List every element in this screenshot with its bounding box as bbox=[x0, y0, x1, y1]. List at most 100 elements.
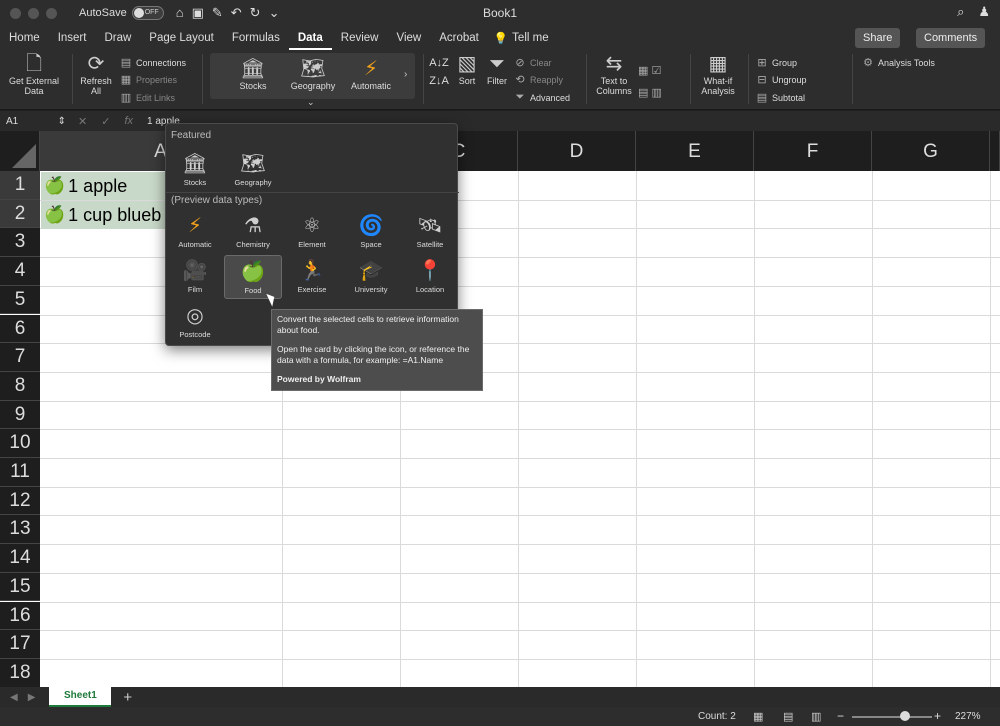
food-apple-icon[interactable]: 🍏 bbox=[44, 176, 65, 196]
zoom-in-button[interactable]: + bbox=[934, 709, 941, 723]
refresh-all-button[interactable]: ⟳ Refresh All bbox=[76, 52, 116, 96]
cell-a1[interactable]: 🍏 1 apple bbox=[44, 172, 127, 200]
row-header[interactable]: 7 bbox=[0, 343, 40, 372]
select-all-corner[interactable] bbox=[0, 131, 40, 171]
type-automatic[interactable]: ⚡ Automatic bbox=[166, 210, 224, 254]
ungroup-button[interactable]: ⊟ Ungroup bbox=[756, 73, 806, 86]
connections-button[interactable]: ▤ Connections bbox=[120, 56, 186, 69]
row-header[interactable]: 14 bbox=[0, 544, 40, 573]
gallery-next-icon[interactable]: › bbox=[404, 69, 407, 80]
type-film[interactable]: 🎥 Film bbox=[166, 255, 224, 299]
customize-icon[interactable]: ⌄ bbox=[269, 5, 280, 21]
name-box[interactable]: A1 ⇕ bbox=[0, 116, 70, 127]
undo-icon[interactable]: ↶ bbox=[231, 5, 242, 21]
type-postcode[interactable]: ◎ Postcode bbox=[166, 300, 224, 344]
zoom-out-button[interactable]: − bbox=[837, 709, 844, 723]
row-header[interactable]: 12 bbox=[0, 486, 40, 516]
sort-az-button[interactable]: A↓Z Z↓A bbox=[428, 54, 450, 90]
close-window-button[interactable] bbox=[10, 7, 21, 19]
function-icon[interactable]: fx bbox=[124, 115, 133, 128]
row-header[interactable]: 18 bbox=[0, 658, 40, 687]
zoom-slider-thumb[interactable] bbox=[900, 711, 910, 721]
sheet-tab-sheet1[interactable]: Sheet1 bbox=[49, 687, 112, 707]
row-header[interactable]: 13 bbox=[0, 515, 40, 545]
consolidate-icon[interactable]: ▥ bbox=[651, 87, 661, 99]
edit-icon[interactable]: ✎ bbox=[212, 5, 223, 21]
share-button[interactable]: Share bbox=[855, 28, 901, 48]
tab-insert[interactable]: Insert bbox=[49, 26, 96, 50]
filter-button[interactable]: ⏷ Filter bbox=[484, 52, 510, 86]
group-button[interactable]: ⊞ Group bbox=[756, 56, 797, 69]
stocks-gallery-item[interactable]: 🏛 Stocks bbox=[224, 57, 282, 91]
type-element[interactable]: ⚛ Element bbox=[283, 210, 341, 254]
type-location[interactable]: 📍 Location bbox=[401, 255, 459, 299]
zoom-level[interactable]: 227% bbox=[955, 711, 981, 722]
page-layout-view-icon[interactable]: ▤ bbox=[783, 710, 793, 723]
previous-sheet-icon[interactable]: ◀ bbox=[10, 692, 18, 703]
subtotal-button[interactable]: ▤ Subtotal bbox=[756, 91, 805, 104]
row-header[interactable]: 16 bbox=[0, 601, 40, 631]
spreadsheet-grid[interactable]: A B C D E F G 12345678910111213141516171… bbox=[0, 131, 1000, 687]
column-header-f[interactable]: F bbox=[754, 131, 872, 171]
zoom-slider-track[interactable] bbox=[852, 716, 932, 718]
page-break-view-icon[interactable]: ▥ bbox=[811, 710, 821, 723]
minimize-window-button[interactable] bbox=[28, 7, 39, 19]
row-header[interactable]: 2 bbox=[0, 199, 40, 229]
zoom-window-button[interactable] bbox=[46, 7, 57, 19]
flash-fill-icon[interactable]: ▦ bbox=[638, 65, 648, 77]
autosave-toggle[interactable]: OFF bbox=[131, 6, 164, 20]
tab-acrobat[interactable]: Acrobat bbox=[430, 26, 488, 50]
row-header[interactable]: 15 bbox=[0, 572, 40, 602]
properties-button[interactable]: ▦ Properties bbox=[120, 73, 177, 86]
row-header[interactable]: 8 bbox=[0, 371, 40, 401]
reapply-button[interactable]: ⟲ Reapply bbox=[514, 73, 563, 86]
clear-button[interactable]: ⊘ Clear bbox=[514, 56, 551, 69]
type-chemistry[interactable]: ⚗ Chemistry bbox=[224, 210, 282, 254]
next-sheet-icon[interactable]: ▶ bbox=[28, 692, 36, 703]
column-header-e[interactable]: E bbox=[636, 131, 754, 171]
row-header[interactable]: 1 bbox=[0, 171, 40, 200]
gallery-expand-icon[interactable]: ⌄ bbox=[307, 97, 315, 108]
tab-draw[interactable]: Draw bbox=[95, 26, 140, 50]
type-food[interactable]: 🍏 Food bbox=[224, 255, 282, 299]
add-sheet-button[interactable]: + bbox=[123, 689, 132, 706]
tab-home[interactable]: Home bbox=[0, 26, 49, 50]
remove-duplicates-icon[interactable]: ▤ bbox=[638, 87, 648, 99]
tab-page-layout[interactable]: Page Layout bbox=[140, 26, 223, 50]
name-box-stepper-icon[interactable]: ⇕ bbox=[58, 116, 66, 127]
tab-view[interactable]: View bbox=[387, 26, 430, 50]
cell-a2[interactable]: 🍏 1 cup blueb bbox=[44, 201, 161, 229]
food-apple-icon[interactable]: 🍏 bbox=[44, 205, 65, 225]
normal-view-icon[interactable]: ▦ bbox=[753, 710, 763, 723]
tell-me[interactable]: 💡 Tell me bbox=[488, 31, 549, 45]
automatic-gallery-item[interactable]: ⚡ Automatic bbox=[342, 57, 400, 91]
save-icon[interactable]: ▣ bbox=[192, 5, 204, 21]
sort-button[interactable]: ▧ Sort bbox=[454, 52, 480, 86]
tab-review[interactable]: Review bbox=[332, 26, 388, 50]
redo-icon[interactable]: ↻ bbox=[250, 5, 261, 21]
autosave[interactable]: AutoSave OFF bbox=[79, 6, 164, 20]
advanced-button[interactable]: ⏷ Advanced bbox=[514, 91, 570, 104]
featured-geography[interactable]: 🗺 Geography bbox=[224, 148, 282, 192]
get-external-data-button[interactable]: 🗋 Get External Data bbox=[6, 52, 62, 96]
edit-links-button[interactable]: ▥ Edit Links bbox=[120, 91, 175, 104]
data-tools-icons[interactable]: ▦ ☑ ▤ ▥ bbox=[638, 60, 662, 104]
type-satellite[interactable]: 🛰 Satellite bbox=[401, 210, 459, 254]
text-to-columns-button[interactable]: ⇆ Text to Columns bbox=[592, 52, 636, 96]
type-space[interactable]: 🌀 Space bbox=[342, 210, 400, 254]
data-validation-icon[interactable]: ☑ bbox=[651, 65, 661, 77]
search-icon[interactable]: ⌕ bbox=[957, 4, 964, 20]
row-header[interactable]: 5 bbox=[0, 285, 40, 315]
what-if-analysis-button[interactable]: ▦ What-if Analysis bbox=[696, 52, 740, 96]
column-header-d[interactable]: D bbox=[518, 131, 636, 171]
geography-gallery-item[interactable]: 🗺 Geography bbox=[284, 57, 342, 91]
type-exercise[interactable]: 🏃 Exercise bbox=[283, 255, 341, 299]
row-header[interactable]: 9 bbox=[0, 400, 40, 430]
row-header[interactable]: 17 bbox=[0, 630, 40, 659]
home-icon[interactable]: ⌂ bbox=[176, 5, 184, 21]
row-header[interactable]: 4 bbox=[0, 257, 40, 286]
window-controls[interactable] bbox=[10, 7, 57, 19]
cancel-icon[interactable]: ✕ bbox=[78, 115, 87, 128]
row-header[interactable]: 6 bbox=[0, 314, 40, 344]
featured-stocks[interactable]: 🏛 Stocks bbox=[166, 148, 224, 192]
